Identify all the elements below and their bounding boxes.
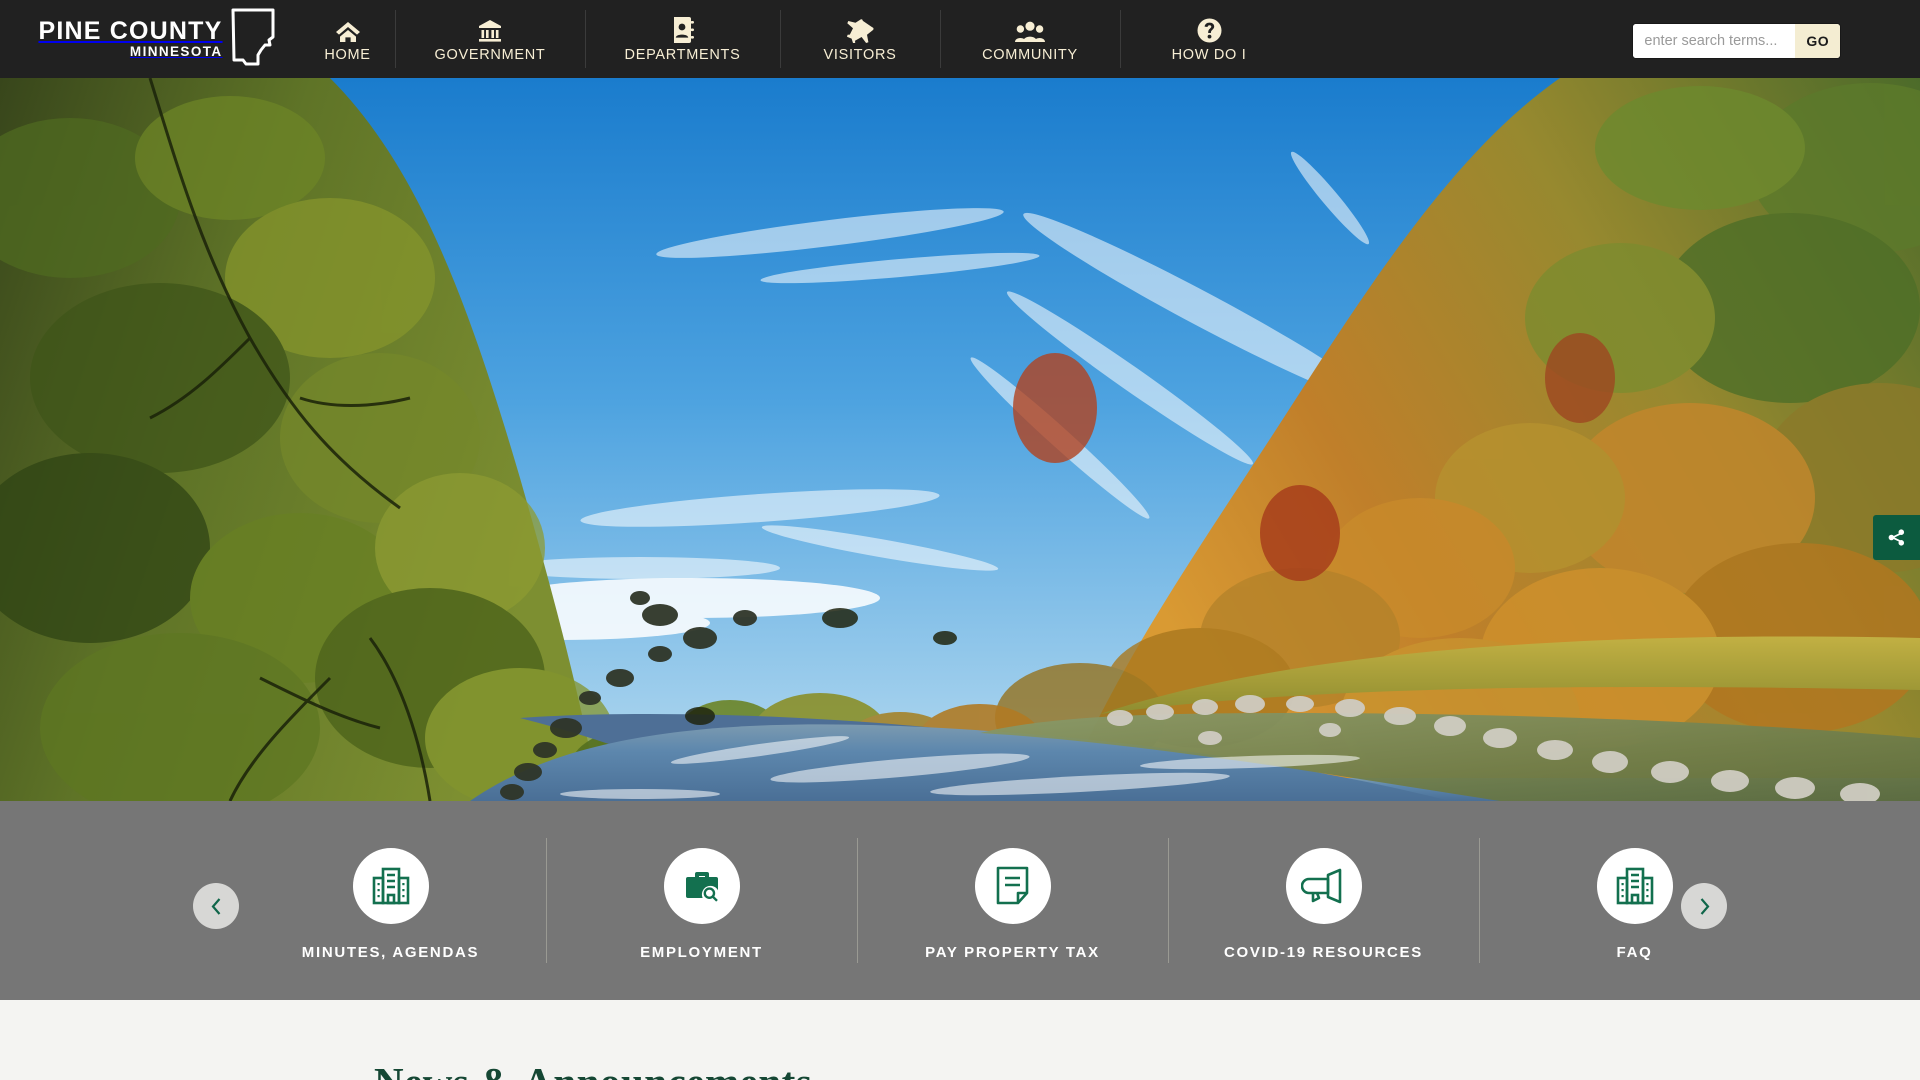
question-circle-icon <box>1197 16 1222 43</box>
quick-link-employment[interactable]: EMPLOYMENT <box>546 830 857 971</box>
document-icon <box>974 848 1051 924</box>
quick-link-covid-19-resources[interactable]: COVID-19 RESOURCES <box>1168 830 1479 971</box>
site-header: PINE COUNTY MINNESOTA HOME GOVERNMENT DE… <box>0 0 1920 78</box>
nav-item-government[interactable]: GOVERNMENT <box>395 0 585 78</box>
nav-label: HOW DO I <box>1171 46 1247 63</box>
chevron-right-icon <box>1699 897 1710 915</box>
site-search: GO <box>1633 24 1840 58</box>
office-building-icon <box>1596 848 1673 924</box>
quick-link-label: PAY PROPERTY TAX <box>925 944 1100 961</box>
nav-label: DEPARTMENTS <box>624 46 741 63</box>
share-icon <box>1888 529 1905 546</box>
carousel-prev-button[interactable] <box>193 883 239 929</box>
quick-link-label: EMPLOYMENT <box>640 944 763 961</box>
nav-item-departments[interactable]: DEPARTMENTS <box>585 0 780 78</box>
search-input[interactable] <box>1633 24 1796 58</box>
quick-links-inner: MINUTES, AGENDAS EMPLOYMENT PAY PROPERTY… <box>0 801 1920 1000</box>
quick-link-pay-property-tax[interactable]: PAY PROPERTY TAX <box>857 830 1168 971</box>
quick-link-label: MINUTES, AGENDAS <box>301 944 480 961</box>
quick-links-carousel: MINUTES, AGENDAS EMPLOYMENT PAY PROPERTY… <box>0 801 1920 1000</box>
quick-link-faq[interactable]: FAQ <box>1479 830 1790 971</box>
hero-banner <box>0 78 1920 801</box>
site-logo[interactable]: PINE COUNTY MINNESOTA <box>0 0 300 78</box>
carousel-next-button[interactable] <box>1681 883 1727 929</box>
nav-item-how-do-i[interactable]: HOW DO I <box>1120 0 1298 78</box>
search-go-button[interactable]: GO <box>1795 24 1840 58</box>
news-section: News & Announcements <box>0 1000 1920 1080</box>
address-book-icon <box>671 16 694 43</box>
hero-image <box>0 78 1920 801</box>
quick-link-minutes-agendas[interactable]: MINUTES, AGENDAS <box>235 830 546 971</box>
airplane-icon <box>846 16 874 43</box>
nav-item-visitors[interactable]: VISITORS <box>780 0 940 78</box>
nav-label: COMMUNITY <box>982 46 1078 63</box>
people-group-icon <box>1015 16 1045 43</box>
nav-label: HOME <box>324 46 371 63</box>
quick-links-track: MINUTES, AGENDAS EMPLOYMENT PAY PROPERTY… <box>235 830 1790 971</box>
quick-link-label: COVID-19 RESOURCES <box>1224 944 1423 961</box>
logo-wordmark: PINE COUNTY MINNESOTA <box>38 18 222 60</box>
news-heading: News & Announcements <box>374 1058 812 1080</box>
megaphone-icon <box>1285 848 1362 924</box>
nav-label: GOVERNMENT <box>434 46 546 63</box>
pine-county-outline-icon <box>230 7 276 74</box>
share-button[interactable] <box>1873 515 1920 560</box>
nav-label: VISITORS <box>823 46 897 63</box>
nav-item-home[interactable]: HOME <box>300 0 395 78</box>
chevron-left-icon <box>211 897 222 915</box>
home-icon <box>335 16 361 43</box>
office-building-icon <box>352 848 429 924</box>
logo-title: PINE COUNTY <box>38 17 223 45</box>
logo-subtitle: MINNESOTA <box>129 44 223 59</box>
bank-icon <box>478 16 502 43</box>
main-navigation: HOME GOVERNMENT DEPARTMENTS VISITORS COM… <box>300 0 1298 78</box>
briefcase-search-icon <box>663 848 740 924</box>
quick-link-label: FAQ <box>1616 944 1653 961</box>
nav-item-community[interactable]: COMMUNITY <box>940 0 1120 78</box>
